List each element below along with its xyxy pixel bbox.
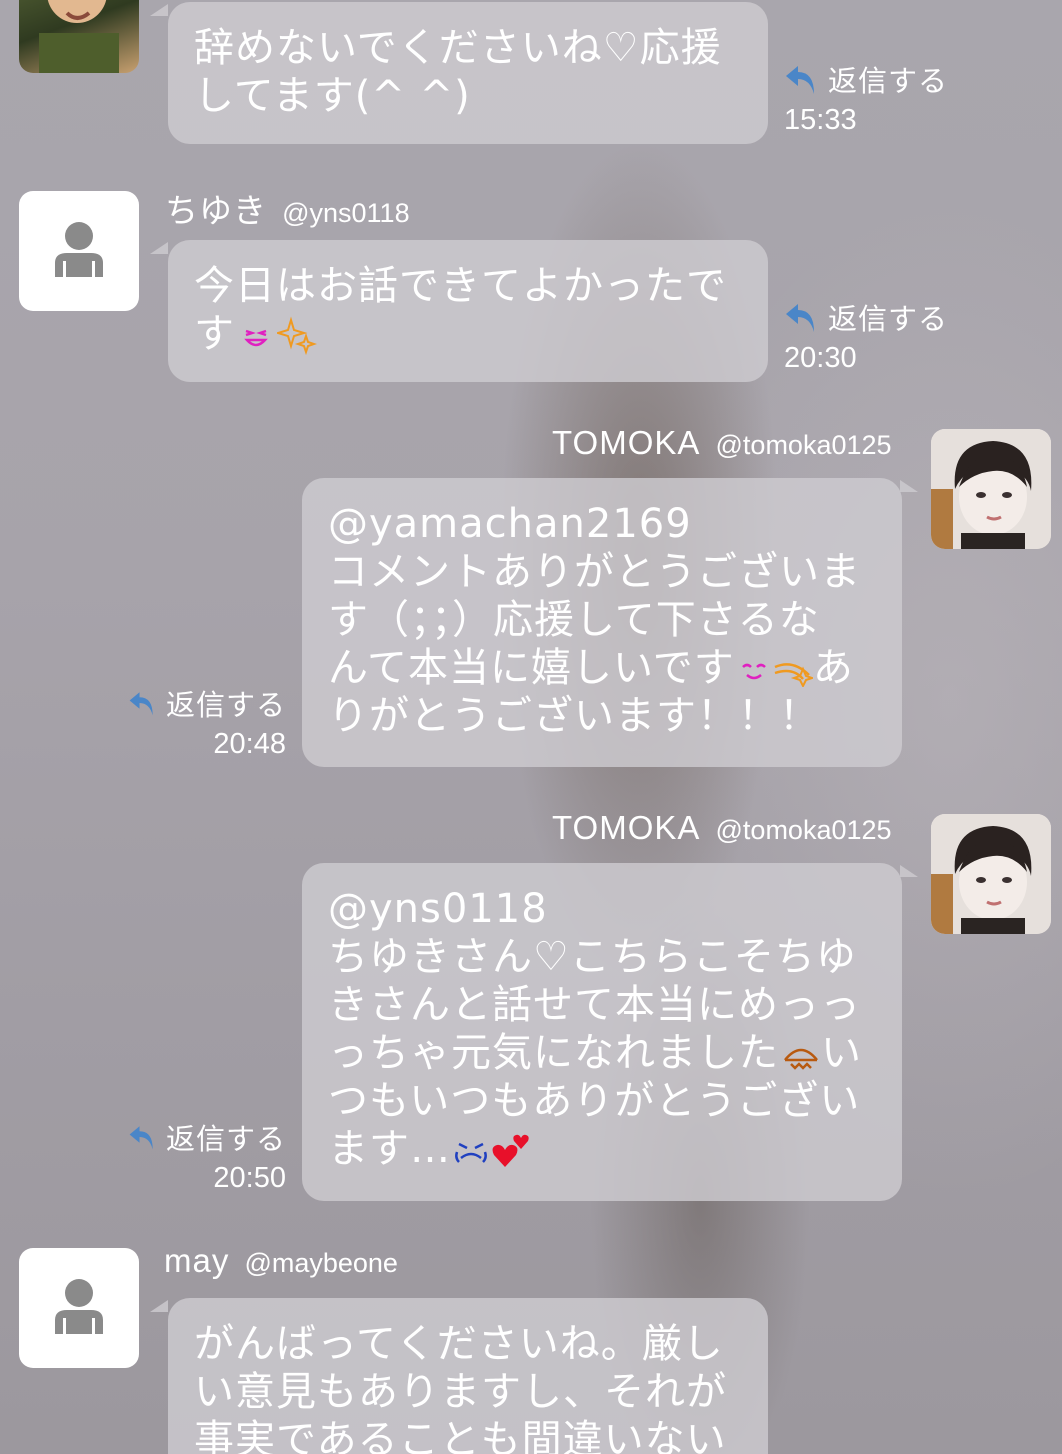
bowing-face-icon <box>784 1048 818 1070</box>
message-text: 今日はお話できてよかったで <box>194 263 727 309</box>
message-text: い意見もありますし、それが <box>194 1369 727 1415</box>
reply-icon <box>129 692 153 716</box>
user-name[interactable]: may <box>164 1242 229 1279</box>
message-text: す <box>194 311 235 357</box>
grinning-face-icon <box>244 329 268 347</box>
user-name[interactable]: TOMOKA <box>552 809 700 846</box>
user-handle[interactable]: @tomoka0125 <box>716 815 892 845</box>
message-bubble: がんばってくださいね。厳し い意見もありますし、それが 事実であることも間違いな… <box>168 1298 768 1454</box>
user-handle[interactable]: @yns0118 <box>282 198 410 228</box>
default-person-icon <box>55 1279 103 1334</box>
user-handle[interactable]: @maybeone <box>244 1248 398 1278</box>
message-text: す（；；）応援して下さるな <box>328 597 820 643</box>
default-person-icon <box>55 222 103 277</box>
reply-button[interactable]: 返信する <box>784 58 948 100</box>
message-text: んて本当に嬉しいです <box>328 645 735 691</box>
shooting-star-icon <box>774 663 813 687</box>
reply-button[interactable]: 返信する <box>128 682 286 724</box>
message-bubble: 今日はお話できてよかったで す <box>168 240 768 382</box>
avatar[interactable] <box>19 0 139 73</box>
avatar[interactable] <box>19 191 139 311</box>
message-bubble: @yamachan2169 コメントありがとうございま す（；；）応援して下さる… <box>302 478 902 767</box>
reply-button[interactable]: 返信する <box>128 1116 286 1158</box>
message-text: 辞めないでくださいね♡応援 <box>194 25 722 71</box>
message-text: がんばってくださいね。厳し <box>194 1321 724 1367</box>
reply-icon <box>129 1126 153 1150</box>
timestamp: 20:30 <box>784 342 857 374</box>
crying-face-icon <box>455 1142 487 1163</box>
message-text: してます(^ ^) <box>194 73 471 119</box>
timestamp: 20:50 <box>213 1162 286 1194</box>
message-text: 事実であることも間違いない <box>194 1417 727 1454</box>
timestamp: 15:33 <box>784 104 857 136</box>
user-name[interactable]: ちゆき <box>165 192 267 229</box>
message-text: つもいつもありがとうござい <box>328 1078 861 1124</box>
message-text: きさんと話せて本当にめっっ <box>328 982 861 1028</box>
user-handle[interactable]: @tomoka0125 <box>716 430 892 460</box>
reply-label: 返信する <box>828 64 949 98</box>
user-name[interactable]: TOMOKA <box>552 424 700 461</box>
two-hearts-icon <box>492 1134 529 1167</box>
timestamp: 20:48 <box>213 728 286 760</box>
message-text: ます… <box>328 1126 451 1172</box>
avatar[interactable] <box>931 814 1051 934</box>
message-text: あ <box>812 645 854 691</box>
message-text: ちゆきさん♡こちらこそちゆ <box>328 934 857 980</box>
message-bubble: @yns0118 ちゆきさん♡こちらこそちゆ きさんと話せて本当にめっっ っちゃ… <box>302 863 902 1201</box>
reply-label: 返信する <box>165 688 286 722</box>
smiling-face-icon <box>741 663 766 680</box>
avatar[interactable] <box>931 429 1051 549</box>
message-text: @yns0118 <box>328 886 548 932</box>
message-text: っちゃ元気になれました <box>328 1030 779 1076</box>
message-text: @yamachan2169 <box>328 501 692 547</box>
reply-icon <box>786 66 814 94</box>
sparkles-icon <box>277 316 317 356</box>
avatar[interactable] <box>19 1248 139 1368</box>
message-bubble: 辞めないでくださいね♡応援 してます(^ ^) <box>168 2 768 144</box>
reply-label: 返信する <box>828 302 949 336</box>
message-text: い <box>821 1030 862 1076</box>
message-text: コメントありがとうございま <box>328 549 861 595</box>
reply-label: 返信する <box>165 1122 286 1156</box>
message-text: りがとうございます！！！ <box>328 693 820 739</box>
reply-button[interactable]: 返信する <box>784 296 948 338</box>
reply-icon <box>786 304 814 332</box>
